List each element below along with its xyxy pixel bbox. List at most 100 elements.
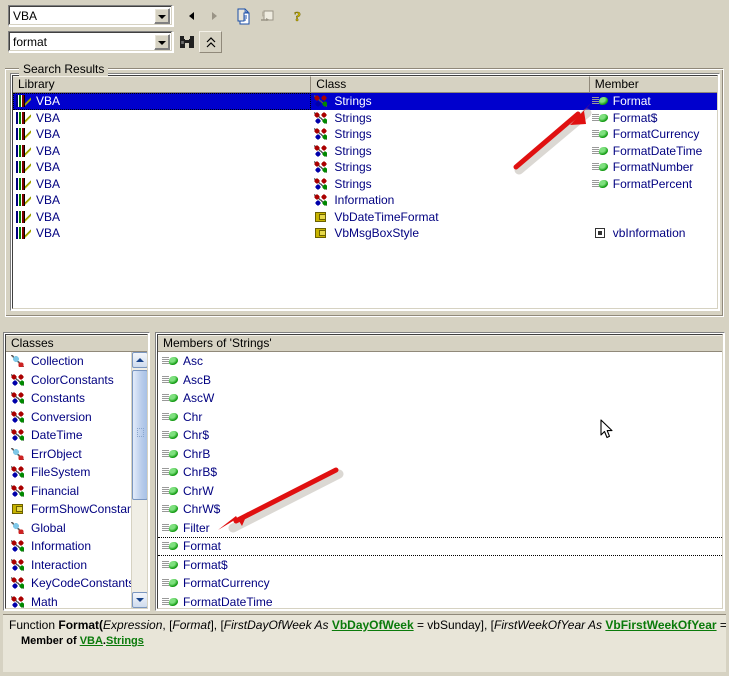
search-result-library-label: VBA [36,226,61,241]
signature-name: Format [58,618,100,632]
classes-list-item-label: Interaction [31,557,88,572]
search-result-row[interactable]: VBA Strings FormatDateTime [13,143,717,160]
classes-list[interactable]: Collection ColorConstants Constants Convers… [6,352,147,608]
help-button[interactable]: ? [286,5,309,27]
classes-list-item[interactable]: Interaction [6,556,147,575]
search-text-combo[interactable]: format [8,31,173,52]
classes-list-item[interactable]: Information [6,537,147,556]
search-result-row[interactable]: VBA VbMsgBoxStyle vbInformation [13,225,717,242]
method-icon [162,354,178,368]
horizontal-splitter[interactable] [0,320,729,329]
search-results-label: Search Results [19,62,109,76]
method-icon [591,144,608,158]
search-text-combo-value: format [13,34,48,49]
members-list-item[interactable]: Format$ [158,556,722,575]
search-result-library-label: VBA [36,209,61,224]
search-result-member-label: Format [610,94,653,109]
chevron-up-icon[interactable] [132,352,147,368]
members-list-item[interactable]: Chr [158,408,722,427]
classes-list-item-label: ErrObject [31,446,82,461]
project-library-combo[interactable]: VBA [8,5,173,26]
chevron-down-icon[interactable] [132,592,147,608]
chevron-down-icon[interactable] [154,33,170,50]
classes-list-item[interactable]: DateTime [6,426,147,445]
search-result-row[interactable]: VBA Strings Format [13,93,717,110]
search-result-row[interactable]: VBA Information [13,192,717,209]
classes-list-item[interactable]: Financial [6,482,147,501]
classes-list-item[interactable]: KeyCodeConstants [6,574,147,593]
search-result-cell-member: Format [589,93,717,110]
classes-list-item[interactable]: Math [6,593,147,608]
classes-list-item[interactable]: Conversion [6,408,147,427]
search-result-member-label: FormatCurrency [612,127,700,142]
column-header-member[interactable]: Member [589,76,717,93]
detail-pane: Function Format(Expression, [Format], [F… [3,614,726,672]
back-button[interactable] [180,5,203,27]
column-header-library[interactable]: Library [13,76,312,93]
scrollbar-grip [137,428,144,437]
toggle-search-results-button[interactable] [199,31,222,53]
search-result-member-label: vbInformation [612,226,686,241]
search-button[interactable] [176,31,199,53]
search-result-row[interactable]: VBA Strings FormatCurrency [13,126,717,143]
search-result-cell-member: FormatCurrency [590,126,717,143]
members-list-item[interactable]: FormatDateTime [158,593,722,608]
module-icon [10,539,26,553]
members-list-item-label: ChrB [183,446,211,461]
scrollbar-thumb[interactable] [132,370,147,500]
module-icon [313,177,329,191]
classes-list-item[interactable]: Global [6,519,147,538]
search-result-library-label: VBA [36,176,61,191]
classes-list-item[interactable]: Collection [6,352,147,371]
search-result-member-label: Format$ [612,110,658,125]
question-mark-icon: ? [294,9,302,25]
method-icon [162,576,178,590]
svg-text:?: ? [294,10,301,25]
members-list-item[interactable]: Chr$ [158,426,722,445]
module-icon [10,465,26,479]
search-result-member-label: FormatNumber [612,160,694,175]
search-result-cell-library: VBA [13,192,311,209]
module-icon [10,576,26,590]
search-result-row[interactable]: VBA Strings FormatNumber [13,159,717,176]
member-of-class-link[interactable]: Strings [106,635,144,647]
search-results-list[interactable]: Library Class Member VBA Strings Format VBA… [10,73,720,311]
members-list-item[interactable]: Asc [158,352,722,371]
members-list-item[interactable]: ChrW$ [158,500,722,519]
search-result-cell-member: FormatNumber [590,159,717,176]
chevron-down-icon[interactable] [154,7,170,24]
enum-icon [313,226,329,240]
signature-type-link[interactable]: VbDayOfWeek [332,618,414,632]
members-list-item[interactable]: Format [158,537,722,556]
members-pane-title: Members of 'Strings' [158,335,722,352]
signature-type-link[interactable]: VbFirstWeekOfYear [605,618,716,632]
search-result-row[interactable]: VBA Strings FormatPercent [13,176,717,193]
classes-scrollbar[interactable] [131,352,147,608]
search-result-class-label: Strings [334,176,372,191]
search-result-row[interactable]: VBA VbDateTimeFormat [13,209,717,226]
classes-pane[interactable]: Classes Collection ColorConstants Constant… [3,332,150,611]
classes-list-item[interactable]: ColorConstants [6,371,147,390]
search-result-row[interactable]: VBA Strings Format$ [13,110,717,127]
members-list[interactable]: Asc AscB AscW Chr Chr$ ChrB ChrB$ ChrW ChrW$ Filt… [158,352,722,608]
members-list-item-label: FormatCurrency [183,576,270,591]
members-list-item-label: Chr [183,409,203,424]
column-header-class[interactable]: Class [311,76,590,93]
members-list-item[interactable]: ChrB [158,445,722,464]
members-list-item[interactable]: AscW [158,389,722,408]
members-list-item[interactable]: Filter [158,519,722,538]
member-of-library-link[interactable]: VBA [80,635,103,647]
signature-text: Expression [103,618,163,632]
classes-list-item[interactable]: ErrObject [6,445,147,464]
classes-list-item[interactable]: FormShowConstant [6,500,147,519]
classes-list-item-label: Constants [31,391,86,406]
members-list-item[interactable]: ChrW [158,482,722,501]
copy-button[interactable] [233,5,256,27]
members-pane[interactable]: Members of 'Strings' Asc AscB AscW Chr Chr$ C… [155,332,725,611]
members-list-item[interactable]: AscB [158,371,722,390]
classes-list-item[interactable]: Constants [6,389,147,408]
classes-list-item-label: FormShowConstant [31,502,138,517]
classes-list-item[interactable]: FileSystem [6,463,147,482]
members-list-item[interactable]: FormatCurrency [158,574,722,593]
members-list-item[interactable]: ChrB$ [158,463,722,482]
